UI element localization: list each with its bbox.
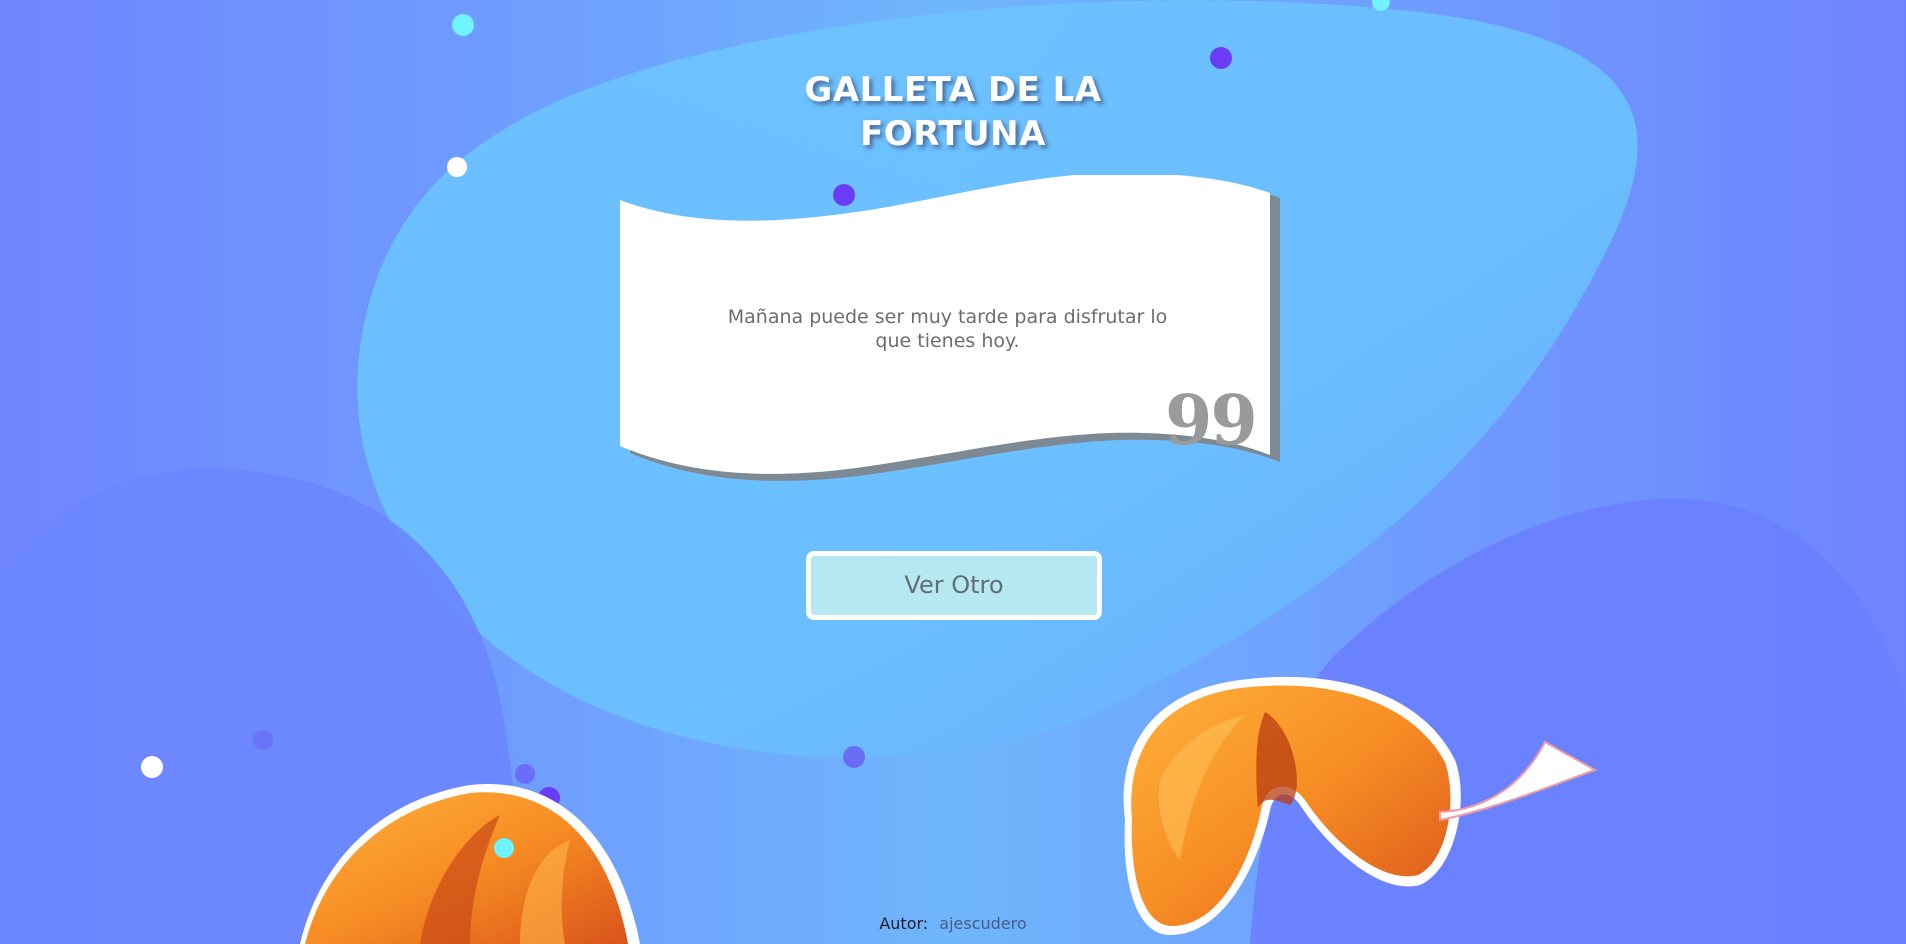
dot	[447, 157, 467, 177]
closing-quote-icon: 99	[1165, 381, 1258, 461]
dot	[515, 764, 535, 784]
left-blob	[0, 468, 520, 944]
fortune-card: Mañana puede ser muy tarde para disfruta…	[620, 175, 1285, 490]
author-label: Autor:	[879, 914, 929, 933]
page-title-line-1: GALLETA DE LA	[804, 70, 1102, 110]
author-name: ajescudero	[939, 914, 1027, 933]
dot	[1372, 0, 1390, 11]
right-blob	[1250, 498, 1906, 944]
footer: Autor: ajescudero	[0, 914, 1906, 934]
fortune-cookie-right	[1123, 676, 1598, 935]
dot	[141, 756, 163, 778]
next-fortune-button[interactable]: Ver Otro	[806, 551, 1102, 620]
dot	[452, 14, 474, 36]
dot	[843, 746, 865, 768]
dot	[538, 787, 560, 809]
dot	[494, 838, 514, 858]
dot	[253, 730, 273, 750]
dot	[1210, 47, 1232, 69]
page-title-line-2: FORTUNA	[860, 114, 1046, 154]
page-title: GALLETA DE LA FORTUNA	[0, 68, 1906, 156]
fortune-message: Mañana puede ser muy tarde para disfruta…	[727, 306, 1168, 352]
